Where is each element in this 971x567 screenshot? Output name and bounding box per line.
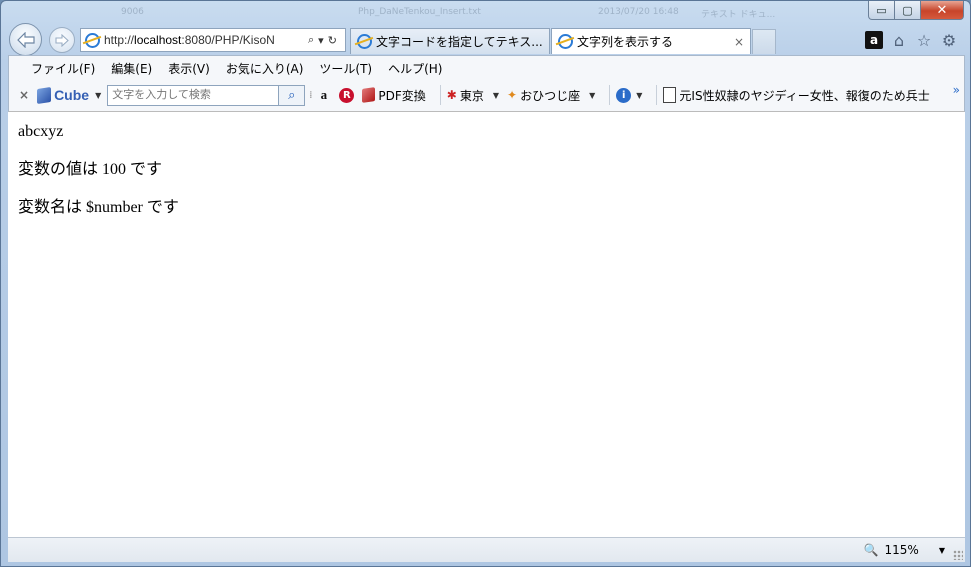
home-icon[interactable]: ⌂ — [890, 31, 908, 50]
address-url[interactable]: http://localhost:8080/PHP/KisoN — [104, 33, 304, 47]
browser-chrome: ファイル(F) 編集(E) 表示(V) お気に入り(A) ツール(T) ヘルプ(… — [8, 55, 965, 112]
weather-icon: ✱ — [446, 88, 457, 102]
toolbar-separator — [656, 85, 658, 105]
search-icon[interactable]: ⌕ — [308, 33, 314, 47]
amazon-icon: a — [320, 87, 328, 102]
close-icon: ✕ — [936, 2, 948, 18]
menu-bar: ファイル(F) 編集(E) 表示(V) お気に入り(A) ツール(T) ヘルプ(… — [9, 56, 964, 81]
search-icon: ⌕ — [288, 87, 296, 103]
output-line-1: abcxyz — [18, 123, 64, 140]
ghost-title-2: Php_DaNeTenkou_Insert.txt — [358, 7, 481, 17]
browser-command-icons: a ⌂ ☆ ⚙ — [865, 31, 958, 50]
cube-logo[interactable]: Cube — [37, 86, 90, 104]
tab-label: 文字コードを指定してテキス... — [376, 35, 543, 49]
page-content: abcxyz 変数の値は 100 です 変数名は $number です — [8, 112, 965, 537]
new-tab-button[interactable] — [752, 29, 776, 54]
info-button[interactable]: i ▼ — [616, 87, 643, 103]
chevron-down-icon: ▼ — [589, 90, 596, 100]
rakuten-button[interactable]: R — [339, 87, 355, 103]
output-line-3: 変数名は $number です — [18, 199, 179, 216]
news-icon — [663, 87, 677, 103]
tab-text-encoding[interactable]: 文字コードを指定してテキス... — [350, 28, 550, 54]
toolbar-separator — [609, 85, 611, 105]
amazon-icon[interactable]: a — [865, 31, 883, 49]
url-host: localhost — [134, 33, 182, 47]
resize-grip[interactable] — [953, 550, 963, 560]
output-line-2: 変数の値は 100 です — [18, 161, 163, 178]
weather-button[interactable]: ✱ 東京 ▼ — [447, 87, 499, 104]
dropdown-icon[interactable]: ▾ — [318, 34, 324, 47]
zoom-level[interactable]: 115% — [885, 543, 919, 557]
cube-icon — [37, 86, 52, 104]
caption-buttons: ▭ ▢ ✕ — [868, 1, 964, 21]
back-arrow-icon — [16, 31, 35, 48]
ghost-title-4: テキスト ドキュ... — [701, 10, 776, 20]
url-prefix: http:// — [104, 33, 135, 47]
toolbar-close-icon[interactable]: × — [19, 88, 29, 102]
horoscope-icon: ✦ — [507, 88, 518, 102]
address-bar[interactable]: http://localhost:8080/PHP/KisoN ⌕ ▾ ↻ — [80, 28, 346, 52]
menu-tools[interactable]: ツール(T) — [311, 60, 380, 77]
forward-button[interactable] — [49, 27, 75, 53]
menu-view[interactable]: 表示(V) — [160, 60, 218, 77]
status-bar: 🔍 115% ▼ — [8, 537, 965, 562]
maximize-button[interactable]: ▢ — [895, 1, 921, 20]
maximize-icon: ▢ — [902, 3, 913, 17]
chevron-down-icon[interactable]: ▼ — [95, 91, 101, 100]
pdf-icon — [362, 87, 376, 103]
back-button[interactable] — [9, 23, 42, 56]
toolbar-overflow-icon[interactable]: » — [953, 83, 960, 97]
news-label: 元IS性奴隷のヤジディー女性、報復のため兵士 — [679, 88, 930, 103]
ghost-title-1: 9006 — [121, 7, 144, 17]
grip-icon[interactable]: ⁞ — [309, 90, 312, 101]
pdf-convert-button[interactable]: PDF変換 — [362, 87, 426, 104]
url-rest: :8080/PHP/KisoN — [181, 33, 275, 47]
ie-tab-icon — [357, 34, 372, 49]
toolbar-search-input[interactable] — [107, 84, 280, 106]
horoscope-button[interactable]: ✦ おひつじ座 ▼ — [507, 87, 595, 104]
menu-edit[interactable]: 編集(E) — [103, 60, 160, 77]
toolbar-separator — [439, 85, 441, 105]
chevron-down-icon: ▼ — [636, 90, 643, 100]
forward-arrow-icon — [55, 33, 69, 47]
chevron-down-icon: ▼ — [492, 90, 500, 100]
zoom-icon[interactable]: 🔍 — [864, 543, 879, 557]
address-tools: ⌕ ▾ ↻ — [308, 33, 337, 47]
close-button[interactable]: ✕ — [921, 1, 964, 20]
weather-label: 東京 — [459, 88, 484, 103]
gear-icon[interactable]: ⚙ — [940, 31, 958, 50]
favorites-star-icon[interactable]: ☆ — [915, 31, 933, 50]
rakuten-icon: R — [339, 87, 355, 103]
refresh-icon[interactable]: ↻ — [328, 34, 337, 47]
ghost-title-3: 2013/07/20 16:48 — [598, 7, 679, 17]
chevron-down-icon[interactable]: ▼ — [939, 546, 945, 555]
minimize-button[interactable]: ▭ — [868, 1, 895, 20]
news-ticker[interactable]: 元IS性奴隷のヤジディー女性、報復のため兵士 — [663, 87, 930, 104]
cube-brand-label: Cube — [54, 87, 90, 103]
menu-help[interactable]: ヘルプ(H) — [380, 60, 450, 77]
horoscope-label: おひつじ座 — [520, 88, 581, 103]
cube-toolbar: × Cube ▼ ⌕ ⁞ a R PDF変換 ✱東京▼ ✦おひつじ座▼ i▼ 元… — [9, 81, 964, 109]
pdf-label: PDF変換 — [378, 88, 426, 103]
amazon-button[interactable]: a — [316, 87, 331, 103]
toolbar-search-button[interactable]: ⌕ — [279, 84, 306, 106]
tab-display-string[interactable]: 文字列を表示する × — [551, 28, 751, 54]
menu-file[interactable]: ファイル(F) — [23, 60, 103, 77]
ie-page-icon — [85, 32, 100, 48]
browser-window: 9006 Php_DaNeTenkou_Insert.txt 2013/07/2… — [0, 0, 971, 567]
ie-tab-icon — [558, 34, 573, 49]
tab-close-icon[interactable]: × — [734, 35, 744, 49]
minimize-icon: ▭ — [876, 3, 887, 17]
info-icon: i — [616, 87, 632, 103]
tab-label: 文字列を表示する — [577, 35, 674, 49]
menu-favorites[interactable]: お気に入り(A) — [218, 60, 312, 77]
